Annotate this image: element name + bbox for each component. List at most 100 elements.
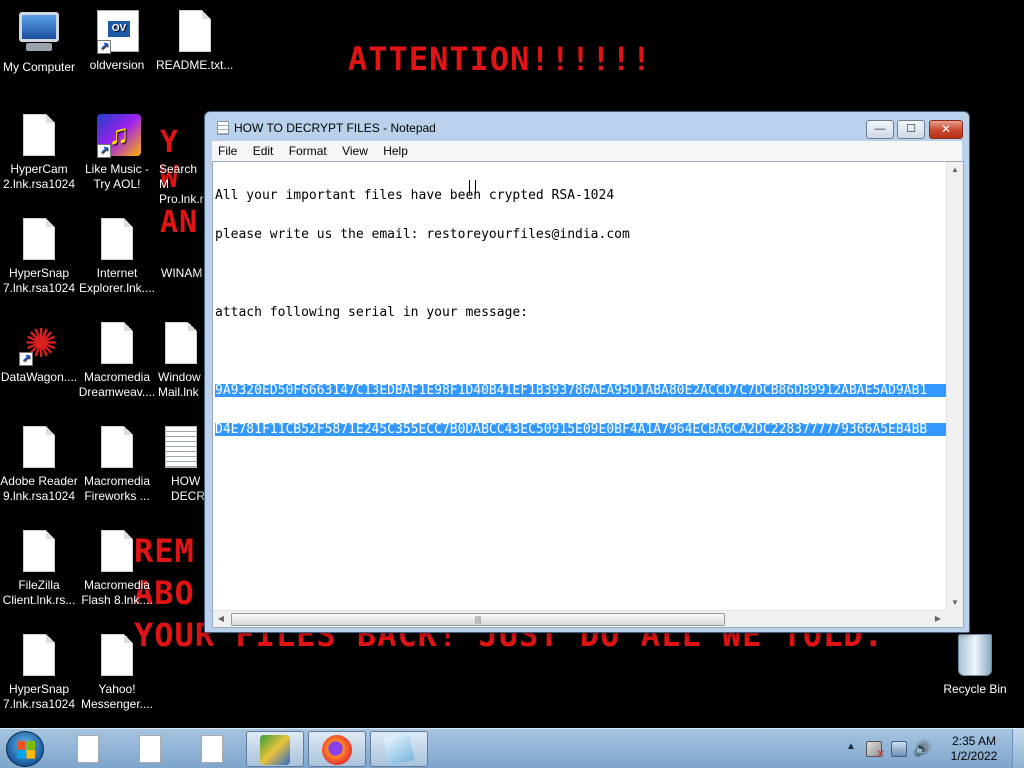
file-icon xyxy=(23,114,55,156)
shortcut-arrow-icon: ↗ xyxy=(97,144,111,158)
file-icon xyxy=(77,735,99,763)
desktop-icon-label: Adobe Reader 9.lnk.rsa1024 xyxy=(0,474,78,503)
close-button[interactable]: ✕ xyxy=(929,120,963,139)
desktop-icon-hypersnap[interactable]: HyperSnap 7.lnk.rsa1024 xyxy=(0,218,78,296)
notepad-window[interactable]: HOW TO DECRYPT FILES - Notepad — ☐ ✕ Fil… xyxy=(204,111,970,633)
desktop-icon-label: FileZilla Client.lnk.rs... xyxy=(2,578,76,607)
menu-view[interactable]: View xyxy=(336,141,374,161)
desktop-icon-yahoo-messenger[interactable]: Yahoo! Messenger.... xyxy=(78,634,156,712)
desktop-icon-label: Macromedia Dreamweav.... xyxy=(78,370,156,399)
desktop-icon-label: WINAM xyxy=(161,266,203,280)
desktop-icon-oldversion[interactable]: OV ↗ oldversion xyxy=(78,10,156,73)
scroll-down-arrow-icon[interactable]: ▼ xyxy=(947,595,963,611)
taskbar-firefox[interactable] xyxy=(308,731,366,767)
file-icon xyxy=(139,735,161,763)
file-icon xyxy=(101,426,133,468)
title-bar[interactable]: HOW TO DECRYPT FILES - Notepad — ☐ ✕ xyxy=(205,112,969,142)
desktop-icon-filezilla[interactable]: FileZilla Client.lnk.rs... xyxy=(0,530,78,608)
file-icon xyxy=(179,10,211,52)
desktop-icon-how-to-decrypt[interactable]: HOW DECR xyxy=(156,426,206,504)
text-content[interactable]: All your important files have been crypt… xyxy=(215,163,946,611)
desktop-icon-readme[interactable]: README.txt.... xyxy=(156,10,234,73)
desktop-icon-internet-explorer[interactable]: Internet Explorer.lnk.... xyxy=(78,218,156,296)
file-icon xyxy=(101,322,133,364)
desktop-icon-adobe-reader[interactable]: Adobe Reader 9.lnk.rsa1024 xyxy=(0,426,78,504)
file-icon xyxy=(101,634,133,676)
text-line: please write us the email: restoreyourfi… xyxy=(215,227,630,242)
desktop-icon-windows-mail[interactable]: Window Mail.lnk xyxy=(156,322,206,400)
show-hidden-icons-icon[interactable]: ▲ xyxy=(846,741,856,752)
taskbar-network-app[interactable] xyxy=(246,731,304,767)
maximize-button[interactable]: ☐ xyxy=(897,120,925,139)
show-desktop-button[interactable] xyxy=(1012,729,1024,768)
vertical-scrollbar[interactable]: ▲ ▼ xyxy=(946,162,963,611)
taskbar-pinned-file[interactable] xyxy=(192,731,232,767)
network-tray-icon[interactable] xyxy=(891,741,907,757)
desktop-icon-label: Like Music - Try AOL! xyxy=(84,162,149,191)
desktop-icon-label: Macromedia Flash 8.lnk.... xyxy=(81,578,153,607)
computer-icon xyxy=(19,12,59,42)
desktop-icon-fireworks[interactable]: Macromedia Fireworks ... xyxy=(78,426,156,504)
scroll-left-arrow-icon[interactable]: ◀ xyxy=(213,611,229,627)
wallpaper-attention-text: ATTENTION!!!!!! xyxy=(348,40,652,78)
desktop-icon-label: oldversion xyxy=(89,58,145,72)
clock-time: 2:35 AM xyxy=(951,734,997,748)
desktop-icon-hypersnap-2[interactable]: HyperSnap 7.lnk.rsa1024 xyxy=(0,634,78,712)
shortcut-arrow-icon: ↗ xyxy=(97,40,111,54)
recycle-bin-icon xyxy=(958,634,992,676)
start-button[interactable] xyxy=(6,731,44,767)
desktop-icon-winamp[interactable]: WINAM xyxy=(156,218,206,281)
desktop-icon-dreamweaver[interactable]: Macromedia Dreamweav.... xyxy=(78,322,156,400)
menu-edit[interactable]: Edit xyxy=(247,141,280,161)
desktop-icon-label: Recycle Bin xyxy=(943,682,1007,696)
desktop-icon-datawagon[interactable]: ✺ ↗ DataWagon.... xyxy=(0,322,78,385)
volume-icon[interactable]: 🔊 xyxy=(914,741,930,757)
taskbar-pinned-file[interactable] xyxy=(130,731,170,767)
scroll-right-arrow-icon[interactable]: ▶ xyxy=(930,611,946,627)
system-clock[interactable]: 2:35 AM 1/2/2022 xyxy=(944,734,1004,764)
menu-file[interactable]: File xyxy=(212,141,243,161)
selected-serial-line: D4E781F11CB52F5871E245C355ECC7B0DABCC43E… xyxy=(215,423,946,436)
menu-bar: File Edit Format View Help xyxy=(212,141,962,161)
horizontal-scrollbar[interactable]: ◀ ||| ▶ xyxy=(213,610,946,627)
menu-help[interactable]: Help xyxy=(377,141,414,161)
taskbar-notepad[interactable] xyxy=(370,731,428,767)
desktop-icon-label: HOW DECR xyxy=(171,474,206,503)
desktop-icon-label: My Computer xyxy=(2,60,76,74)
scrollbar-corner xyxy=(946,610,963,627)
desktop-icon-my-computer[interactable]: My Computer xyxy=(0,10,78,75)
desktop-icon-flash[interactable]: Macromedia Flash 8.lnk.... xyxy=(78,530,156,608)
desktop-icon-label: Window Mail.lnk xyxy=(158,370,201,399)
menu-format[interactable]: Format xyxy=(283,141,333,161)
minimize-button[interactable]: — xyxy=(866,120,894,139)
desktop-icon-like-music[interactable]: ♫ ↗ Like Music - Try AOL! xyxy=(78,114,156,192)
desktop-icon-recycle-bin[interactable]: Recycle Bin xyxy=(936,634,1014,697)
desktop-icon-label: HyperCam 2.lnk.rsa1024 xyxy=(2,162,76,191)
horizontal-scroll-thumb[interactable]: ||| xyxy=(231,613,725,626)
text-editor[interactable]: All your important files have been crypt… xyxy=(212,161,964,628)
selected-serial-line: 9A9320ED50F6663147C13EDBAF1E98F1D40B41EF… xyxy=(215,384,946,397)
desktop-icon-hypercam[interactable]: HyperCam 2.lnk.rsa1024 xyxy=(0,114,78,192)
desktop-icon-label: DataWagon.... xyxy=(0,370,78,384)
taskbar-pinned-file[interactable] xyxy=(68,731,108,767)
desktop-icon-label: Macromedia Fireworks ... xyxy=(83,474,151,503)
scroll-up-arrow-icon[interactable]: ▲ xyxy=(947,162,963,178)
text-line: attach following serial in your message: xyxy=(215,305,529,320)
text-line xyxy=(215,345,946,358)
taskbar: ▲ 🔊 2:35 AM 1/2/2022 xyxy=(0,728,1024,768)
text-line: All your important files have been crypt… xyxy=(215,188,615,203)
desktop-icon-search-pro[interactable]: Search M Pro.lnk.r xyxy=(156,114,206,207)
notepad-icon xyxy=(217,121,229,135)
file-icon xyxy=(201,735,223,763)
desktop-icon-label: HyperSnap 7.lnk.rsa1024 xyxy=(2,682,76,711)
desktop-icon-label: README.txt.... xyxy=(156,58,234,72)
file-icon xyxy=(23,634,55,676)
file-icon xyxy=(23,530,55,572)
desktop-icon-label: Yahoo! Messenger.... xyxy=(80,682,154,711)
desktop-icon-label: Internet Explorer.lnk.... xyxy=(78,266,156,295)
action-center-flag-icon[interactable] xyxy=(866,741,885,760)
file-icon xyxy=(101,530,133,572)
text-file-icon xyxy=(165,426,197,468)
shortcut-arrow-icon: ↗ xyxy=(19,352,33,366)
file-icon xyxy=(101,218,133,260)
